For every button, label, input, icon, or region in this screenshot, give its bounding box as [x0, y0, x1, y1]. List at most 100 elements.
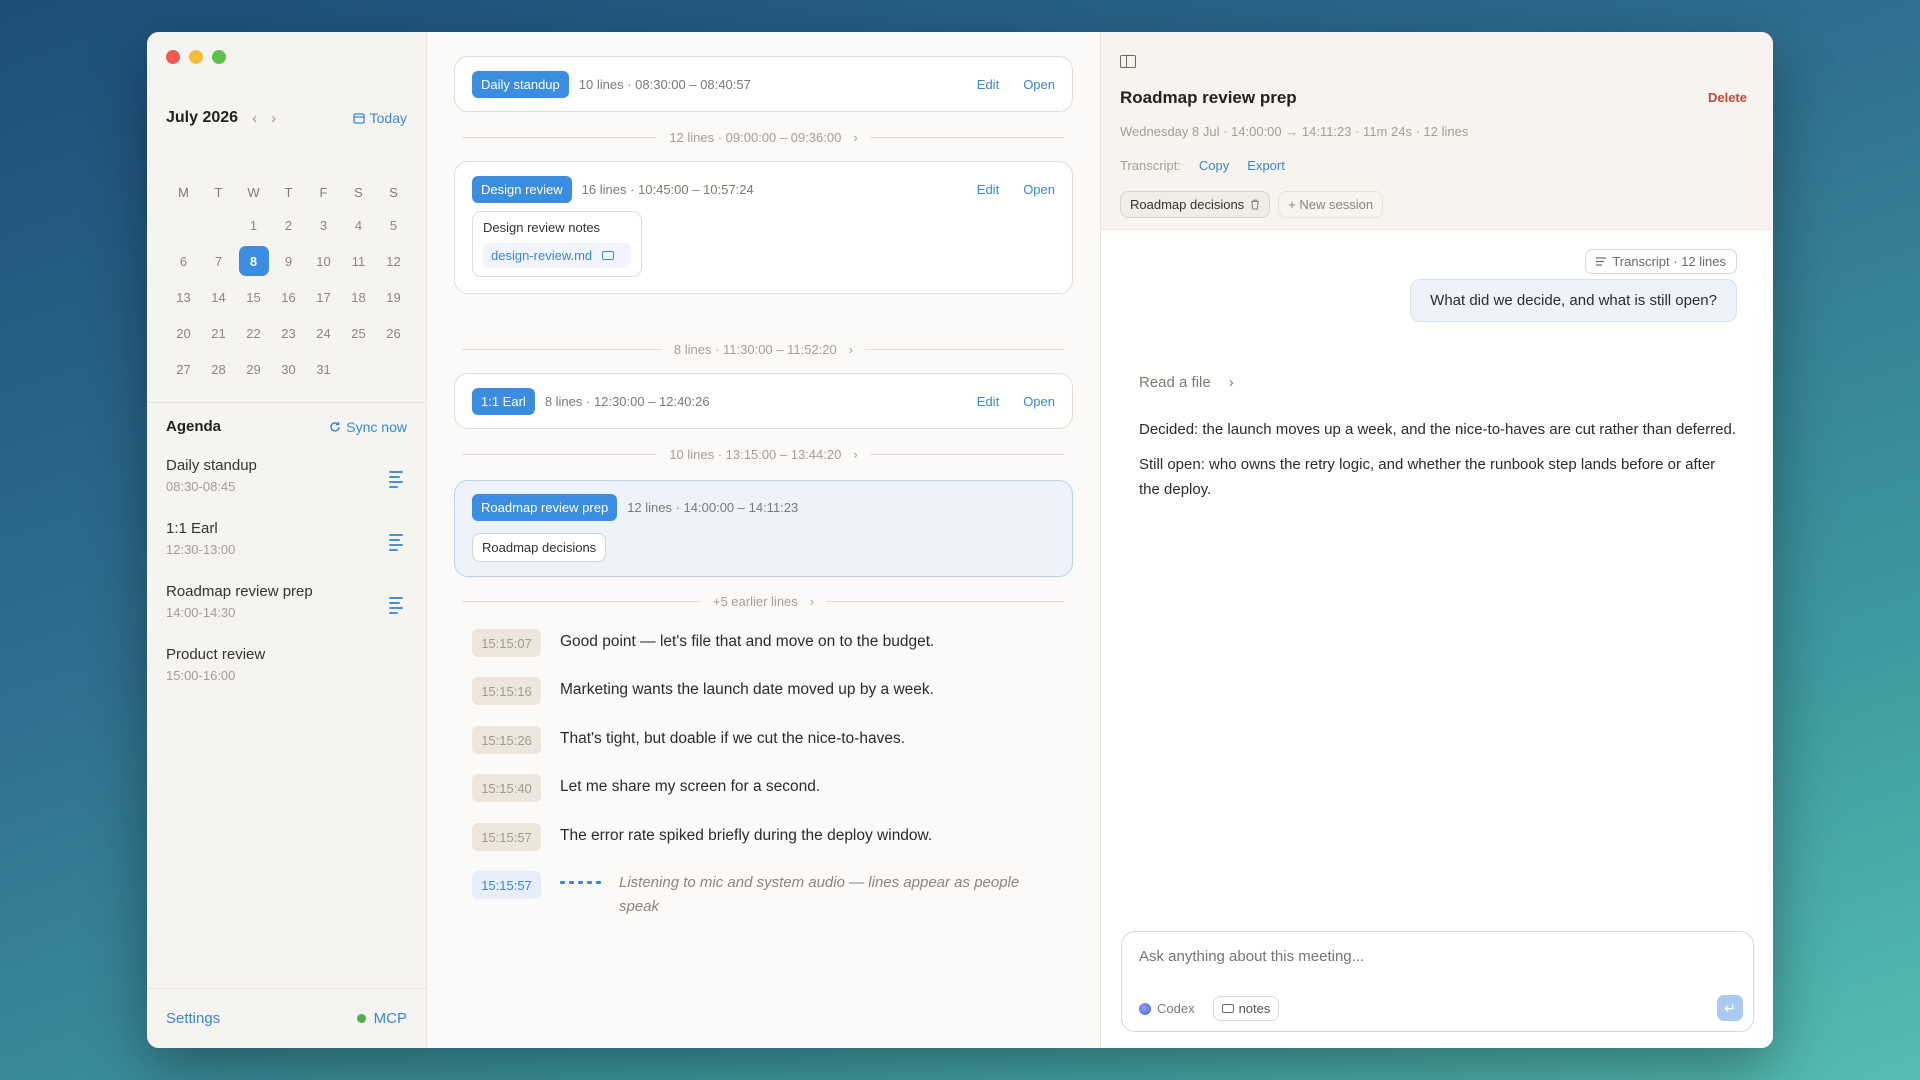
zoom-window-button[interactable]: [212, 50, 226, 64]
session-tab-label: Roadmap decisions: [1130, 197, 1245, 212]
agenda-item[interactable]: Daily standup 08:30-08:45: [166, 457, 407, 520]
calendar-day[interactable]: 5: [376, 212, 411, 238]
session-card[interactable]: Daily standup 10 lines · 08:30:00 – 08:4…: [454, 56, 1073, 112]
session-card[interactable]: 1:1 Earl 8 lines · 12:30:00 – 12:40:26 E…: [454, 373, 1073, 429]
chat-input[interactable]: [1139, 948, 1639, 965]
gap-separator[interactable]: 10 lines · 13:15:00 – 13:44:20 ›: [462, 444, 1065, 464]
calendar-day[interactable]: 14: [201, 284, 236, 310]
line-text: The error rate spiked briefly during the…: [560, 827, 933, 844]
session-title[interactable]: 1:1 Earl: [472, 387, 535, 415]
line-timestamp[interactable]: 15:15:07: [472, 629, 541, 657]
gap-separator[interactable]: 8 lines · 11:30:00 – 11:52:20 ›: [462, 339, 1065, 359]
folder-icon: [1221, 1004, 1234, 1013]
tool-step[interactable]: Read a file ›: [1139, 374, 1234, 391]
edit-button[interactable]: Edit: [977, 182, 999, 197]
calendar-day[interactable]: 18: [341, 284, 376, 310]
notes-attachment: Design review notes design-review.md: [472, 211, 642, 277]
agenda-item[interactable]: Roadmap review prep 14:00-14:30: [166, 583, 407, 646]
calendar-day[interactable]: 15: [236, 284, 271, 310]
sync-now-button[interactable]: Sync now: [329, 419, 407, 435]
line-timestamp[interactable]: 15:15:26: [472, 726, 541, 754]
next-month-button[interactable]: ›: [271, 110, 276, 127]
calendar-day[interactable]: 25: [341, 320, 376, 346]
session-title[interactable]: Roadmap review prep: [472, 493, 618, 521]
calendar-day[interactable]: 19: [376, 284, 411, 310]
calendar-day[interactable]: 7: [201, 248, 236, 274]
session-title[interactable]: Daily standup: [472, 70, 569, 98]
transcript-badge-label: Transcript · 12 lines: [1612, 254, 1726, 269]
mcp-status[interactable]: MCP: [356, 1010, 407, 1027]
calendar-day[interactable]: 2: [271, 212, 306, 238]
transcript-context-badge[interactable]: Transcript · 12 lines: [1585, 249, 1737, 274]
sidebar-toggle-icon[interactable]: [1120, 55, 1136, 68]
copy-button[interactable]: Copy: [1199, 158, 1229, 173]
agenda-item-name: Roadmap review prep: [166, 583, 313, 600]
calendar-day[interactable]: 20: [166, 320, 201, 346]
calendar-day[interactable]: 11: [341, 248, 376, 274]
calendar-day[interactable]: 3: [306, 212, 341, 238]
chevron-right-icon: ›: [853, 446, 858, 462]
session-card-active[interactable]: Roadmap review prep 12 lines · 14:00:00 …: [454, 480, 1073, 577]
agenda-item[interactable]: 1:1 Earl 12:30-13:00: [166, 520, 407, 583]
calendar-day[interactable]: 10: [306, 248, 341, 274]
notes-file-chip[interactable]: design-review.md: [483, 243, 631, 268]
trash-icon[interactable]: [1250, 199, 1260, 210]
open-button[interactable]: Open: [1023, 182, 1055, 197]
delete-button[interactable]: Delete: [1708, 90, 1747, 105]
agenda-header: Agenda Sync now: [166, 418, 407, 435]
calendar-day[interactable]: 29: [236, 356, 271, 382]
calendar-day[interactable]: 22: [236, 320, 271, 346]
calendar-day[interactable]: 9: [271, 248, 306, 274]
calendar-day[interactable]: 12: [376, 248, 411, 274]
calendar-day[interactable]: 4: [341, 212, 376, 238]
transcript-lines-icon[interactable]: [389, 597, 403, 617]
line-timestamp[interactable]: 15:15:40: [472, 774, 541, 802]
calendar-day[interactable]: 26: [376, 320, 411, 346]
send-button[interactable]: ↵: [1717, 995, 1743, 1021]
gap-separator[interactable]: 12 lines · 09:00:00 – 09:36:00 ›: [462, 127, 1065, 147]
calendar-day[interactable]: 24: [306, 320, 341, 346]
line-timestamp[interactable]: 15:15:16: [472, 677, 541, 705]
model-selector[interactable]: Codex: [1139, 1001, 1195, 1016]
transcript-lines-icon[interactable]: [389, 471, 403, 491]
calendar-day[interactable]: 13: [166, 284, 201, 310]
weekday-label: T: [284, 184, 293, 200]
open-button[interactable]: Open: [1023, 77, 1055, 92]
settings-link[interactable]: Settings: [166, 1010, 220, 1027]
calendar-day[interactable]: 30: [271, 356, 306, 382]
notes-context-chip[interactable]: notes: [1212, 996, 1280, 1021]
prev-month-button[interactable]: ‹: [252, 110, 257, 127]
calendar-day-selected[interactable]: 8: [238, 246, 269, 276]
close-window-button[interactable]: [166, 50, 180, 64]
new-session-button[interactable]: + New session: [1278, 191, 1384, 218]
session-title[interactable]: Design review: [472, 175, 572, 203]
calendar-day[interactable]: 17: [306, 284, 341, 310]
assistant-answer: Decided: the launch moves up a week, and…: [1139, 417, 1739, 512]
folder-icon[interactable]: [602, 251, 615, 260]
transcript-lines-icon[interactable]: [389, 534, 403, 554]
weekday-label: T: [214, 184, 223, 200]
calendar-day[interactable]: 6: [166, 248, 201, 274]
calendar-day[interactable]: 28: [201, 356, 236, 382]
export-button[interactable]: Export: [1247, 158, 1285, 173]
calendar-day[interactable]: 23: [271, 320, 306, 346]
line-text: Marketing wants the launch date moved up…: [560, 681, 934, 698]
agenda-item[interactable]: Product review 15:00-16:00: [166, 646, 407, 709]
session-card[interactable]: Design review 16 lines · 10:45:00 – 10:5…: [454, 161, 1073, 294]
answer-paragraph: Still open: who owns the retry logic, an…: [1139, 456, 1716, 498]
edit-button[interactable]: Edit: [977, 394, 999, 409]
line-timestamp[interactable]: 15:15:57: [472, 823, 541, 851]
calendar-day[interactable]: 31: [306, 356, 341, 382]
calendar-day[interactable]: 27: [166, 356, 201, 382]
today-button[interactable]: Today: [352, 110, 407, 126]
session-tag-chip[interactable]: Roadmap decisions: [472, 533, 607, 562]
session-tab[interactable]: Roadmap decisions: [1120, 191, 1271, 218]
calendar-day[interactable]: 1: [236, 212, 271, 238]
agenda-item-name: 1:1 Earl: [166, 520, 218, 537]
open-button[interactable]: Open: [1023, 394, 1055, 409]
earlier-lines-separator[interactable]: +5 earlier lines ›: [462, 591, 1065, 611]
minimize-window-button[interactable]: [189, 50, 203, 64]
calendar-day[interactable]: 16: [271, 284, 306, 310]
edit-button[interactable]: Edit: [977, 77, 999, 92]
calendar-day[interactable]: 21: [201, 320, 236, 346]
